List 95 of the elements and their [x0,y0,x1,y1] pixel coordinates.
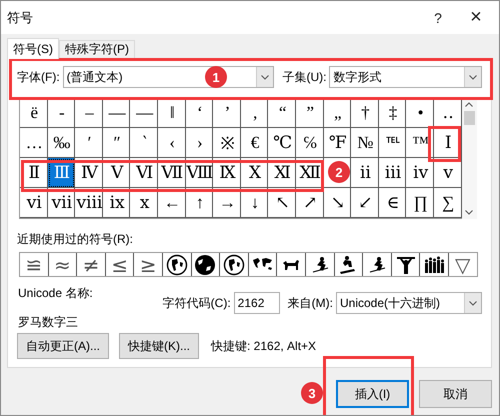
globe-icon[interactable] [222,254,245,276]
symbol-cell[interactable]: Ⅺ [268,158,296,188]
cancel-button[interactable]: 取消 [419,380,492,408]
globe-icon[interactable] [194,254,216,276]
symbol-cell[interactable]: ″ [102,128,130,158]
recent-symbol[interactable]: ≥ [140,254,157,274]
from-label: 来自(M): [288,294,333,312]
symbol-cell[interactable]: ∈ [378,188,406,218]
symbol-cell[interactable]: ‘ [186,98,214,128]
scroll-thumb[interactable] [464,111,474,125]
symbol-cell[interactable]: ℃ [268,128,296,158]
chevron-icon [469,300,477,306]
symbol-cell[interactable]: ℅ [296,128,324,158]
recent-symbols-label: 近期使用过的符号(R): [17,231,134,248]
insert-button[interactable]: 插入(I) [336,380,409,408]
symbol-cell[interactable]: ↗ [296,188,324,218]
tab[interactable]: 符号(S) [7,38,59,59]
char-code-field[interactable]: 2162 [234,292,280,314]
symbol-cell[interactable]: ∏ [406,188,434,218]
symbol-cell[interactable]: ⅶ [48,188,76,218]
symbol-cell[interactable]: ‖ [158,98,186,128]
symbol-cell[interactable]: ‚ [240,98,268,128]
close-button[interactable]: × [457,4,495,32]
char-code-label: 字符代码(C): [162,294,231,312]
recent-symbol[interactable]: ≈ [54,254,71,274]
tab[interactable]: 特殊字符(P) [59,40,135,58]
symbol-cell[interactable]: ⅵ [20,188,48,218]
symbol-cell[interactable]: ” [296,98,324,128]
symbol-cell[interactable]: → [213,188,241,218]
symbol-cell[interactable]: „ [324,98,352,128]
autocorrect-button[interactable]: 自动更正(A)... [17,333,109,359]
symbol-cell[interactable]: Ⅹ [240,158,268,188]
shortcut-key-button[interactable]: 快捷键(K)... [119,333,199,359]
recent-symbol[interactable]: ≤ [111,254,128,274]
unicode-name-label: Unicode 名称: [18,285,94,302]
shortcut-text: 快捷键: 2162, Alt+X [211,338,316,354]
from-dropdown[interactable]: Unicode(十六进制) [336,292,482,314]
help-button[interactable]: ? [419,4,457,32]
symbol-cell[interactable]: ‵ [130,128,158,158]
unicode-name-value: 罗马数字三 [18,314,79,331]
symbol-cell[interactable]: — [102,98,130,128]
symbol-cell[interactable]: ’ [213,98,241,128]
scroll-down-icon[interactable] [465,210,473,215]
scroll-up-icon[interactable] [465,102,473,107]
chevron-icon [261,74,270,80]
symbol-cell[interactable]: Ⅳ [75,158,103,188]
symbol-cell[interactable]: ↘ [324,188,352,218]
symbol-cell[interactable]: • [406,98,434,128]
symbol-cell[interactable]: ↖ [268,188,296,218]
highlight-frame [428,126,461,162]
recent-symbol[interactable]: ≌ [25,254,42,274]
symbol-cell[interactable]: ⅸ [102,188,130,218]
symbol-cell[interactable]: ※ [213,128,241,158]
subset-label: 子集(U): [282,68,326,86]
scrollbar[interactable] [462,97,476,219]
symbol-cell[interactable]: ℡ [378,128,406,158]
subset-dropdown[interactable]: 数字形式 [329,66,482,88]
recent-symbol[interactable]: ≠ [82,254,100,274]
symbol-cell[interactable]: Ⅸ [213,158,241,188]
font-label: 字体(F): [17,68,60,86]
globe-icon[interactable] [166,254,188,276]
symbol-cell[interactable]: € [240,128,268,158]
chevron-icon [469,74,477,80]
symbol-cell[interactable]: ℉ [324,128,352,158]
symbol-cell[interactable]: Ⅶ [158,158,186,188]
symbol-cell[interactable]: ⅱ [351,158,379,188]
recent-symbol[interactable]: ▽ [455,254,470,274]
symbol-cell[interactable]: № [351,128,379,158]
symbol-cell[interactable]: ⅲ [378,158,406,188]
symbol-cell[interactable]: ← [158,188,186,218]
symbol-cell[interactable]: ⅷ [75,188,103,218]
symbol-cell[interactable]: ‹ [158,128,186,158]
symbol-cell[interactable]: Ⅷ [186,158,214,188]
symbol-cell[interactable]: ‡ [378,98,406,128]
symbol-cell[interactable]: ― [130,98,158,128]
symbol-cell[interactable]: … [20,128,48,158]
symbol-cell[interactable]: ⅳ [406,158,434,188]
symbol-cell[interactable]: Ⅵ [130,158,158,188]
symbol-cell[interactable]: ™ [406,128,434,158]
window-title: 符号 [7,8,34,26]
symbol-cell[interactable]: ↓ [240,188,268,218]
symbol-cell[interactable]: Ⅻ [296,158,324,188]
symbol-cell[interactable]: ↑ [186,188,214,218]
symbol-cell[interactable]: ë [20,98,48,128]
people-icon[interactable] [423,254,446,276]
symbol-cell[interactable]: ⅹ [130,188,158,218]
symbol-cell[interactable]: Ⅴ [102,158,130,188]
symbol-cell[interactable]: ′ [75,128,103,158]
symbol-cell[interactable]: “ [268,98,296,128]
symbol-cell[interactable]: ‐ [48,98,76,128]
step-badge: 3 [301,382,323,404]
symbol-cell[interactable]: – [75,98,103,128]
symbol-cell[interactable]: † [351,98,379,128]
symbol-cell[interactable]: ↙ [351,188,379,218]
symbol-cell[interactable]: › [186,128,214,158]
